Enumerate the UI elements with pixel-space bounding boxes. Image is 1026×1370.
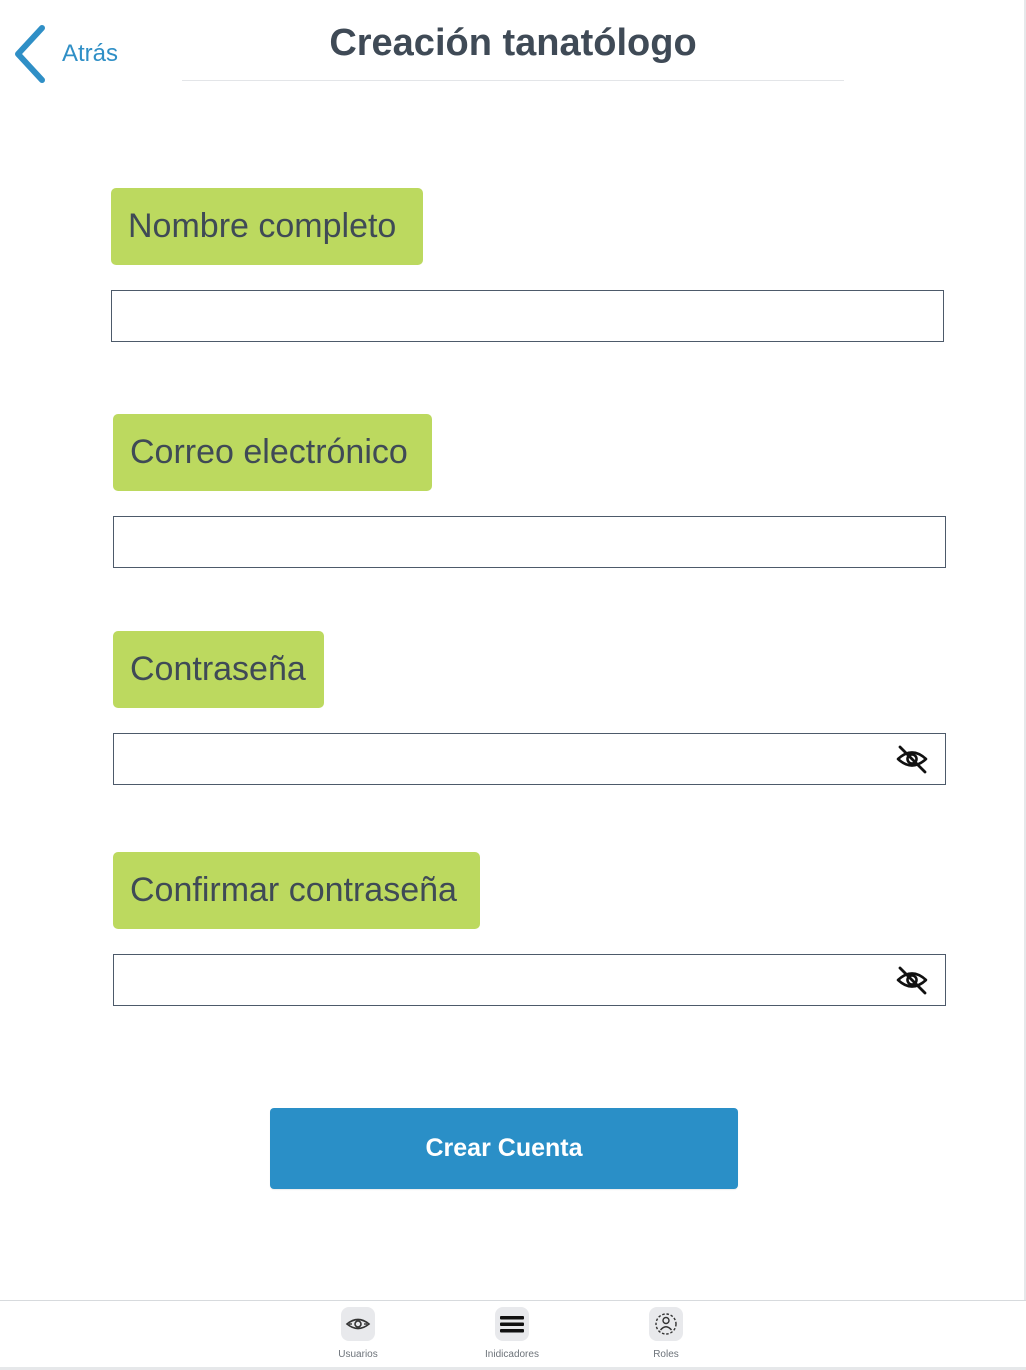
password-input[interactable] — [114, 734, 945, 784]
eye-off-icon[interactable] — [895, 965, 929, 995]
email-label: Correo electrónico — [113, 414, 432, 491]
full-name-label: Nombre completo — [111, 188, 423, 265]
confirm-password-field-box — [113, 954, 946, 1006]
eye-icon — [341, 1307, 375, 1341]
header-divider — [182, 80, 844, 81]
page-title: Creación tanatólogo — [329, 22, 697, 64]
tab-indicadores[interactable]: Inidicadores — [462, 1307, 562, 1363]
password-field-box — [113, 733, 946, 785]
full-name-field-box — [111, 290, 944, 342]
eye-off-icon[interactable] — [895, 744, 929, 774]
tab-roles-label: Roles — [653, 1349, 679, 1360]
tab-indicadores-label: Inidicadores — [485, 1349, 539, 1360]
confirm-password-input[interactable] — [114, 955, 945, 1005]
tab-roles[interactable]: Roles — [616, 1307, 716, 1363]
email-input[interactable] — [114, 517, 945, 567]
menu-icon — [495, 1307, 529, 1341]
tab-usuarios-label: Usuarios — [338, 1349, 378, 1360]
full-name-input[interactable] — [112, 291, 943, 341]
password-label: Contraseña — [113, 631, 324, 708]
create-account-button[interactable]: Crear Cuenta — [270, 1108, 738, 1189]
roles-icon — [649, 1307, 683, 1341]
bottom-tab-bar: Usuarios Inidicadores Roles — [0, 1300, 1026, 1367]
confirm-password-label: Confirmar contraseña — [113, 852, 480, 929]
tab-usuarios[interactable]: Usuarios — [308, 1307, 408, 1363]
email-field-box — [113, 516, 946, 568]
